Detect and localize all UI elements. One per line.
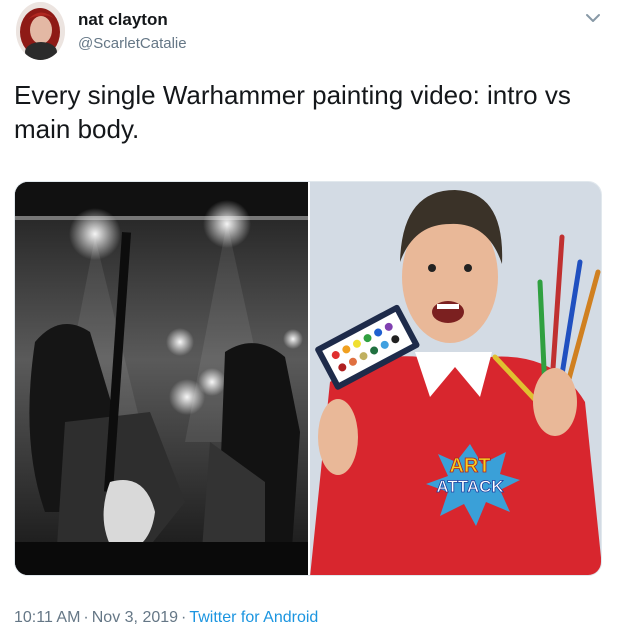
author-info[interactable]: nat clayton @ScarletCatalie — [78, 10, 187, 54]
chevron-down-icon[interactable] — [583, 10, 603, 26]
photo-art-attack-presenter[interactable]: ART ATTACK — [310, 182, 601, 575]
tweet-source-link[interactable]: Twitter for Android — [189, 609, 318, 626]
separator-dot-2: · — [181, 609, 187, 626]
logo-line1: ART — [449, 455, 490, 477]
avatar[interactable] — [16, 2, 65, 60]
photo-rock-concert[interactable] — [15, 182, 308, 575]
author-name[interactable]: nat clayton — [78, 10, 187, 30]
media-grid: ART ATTACK — [14, 181, 602, 576]
tweet-text: Every single Warhammer painting video: i… — [14, 80, 571, 144]
author-handle[interactable]: @ScarletCatalie — [78, 34, 187, 54]
tweet-date[interactable]: Nov 3, 2019 — [92, 609, 178, 626]
separator-dot: · — [83, 609, 89, 626]
logo-line2: ATTACK — [436, 477, 504, 496]
tweet-metadata: 10:11 AM · Nov 3, 2019 · Twitter for Android — [14, 609, 318, 627]
tweet-card: nat clayton @ScarletCatalie Every single… — [0, 0, 640, 640]
tweet-time[interactable]: 10:11 AM — [14, 609, 80, 626]
